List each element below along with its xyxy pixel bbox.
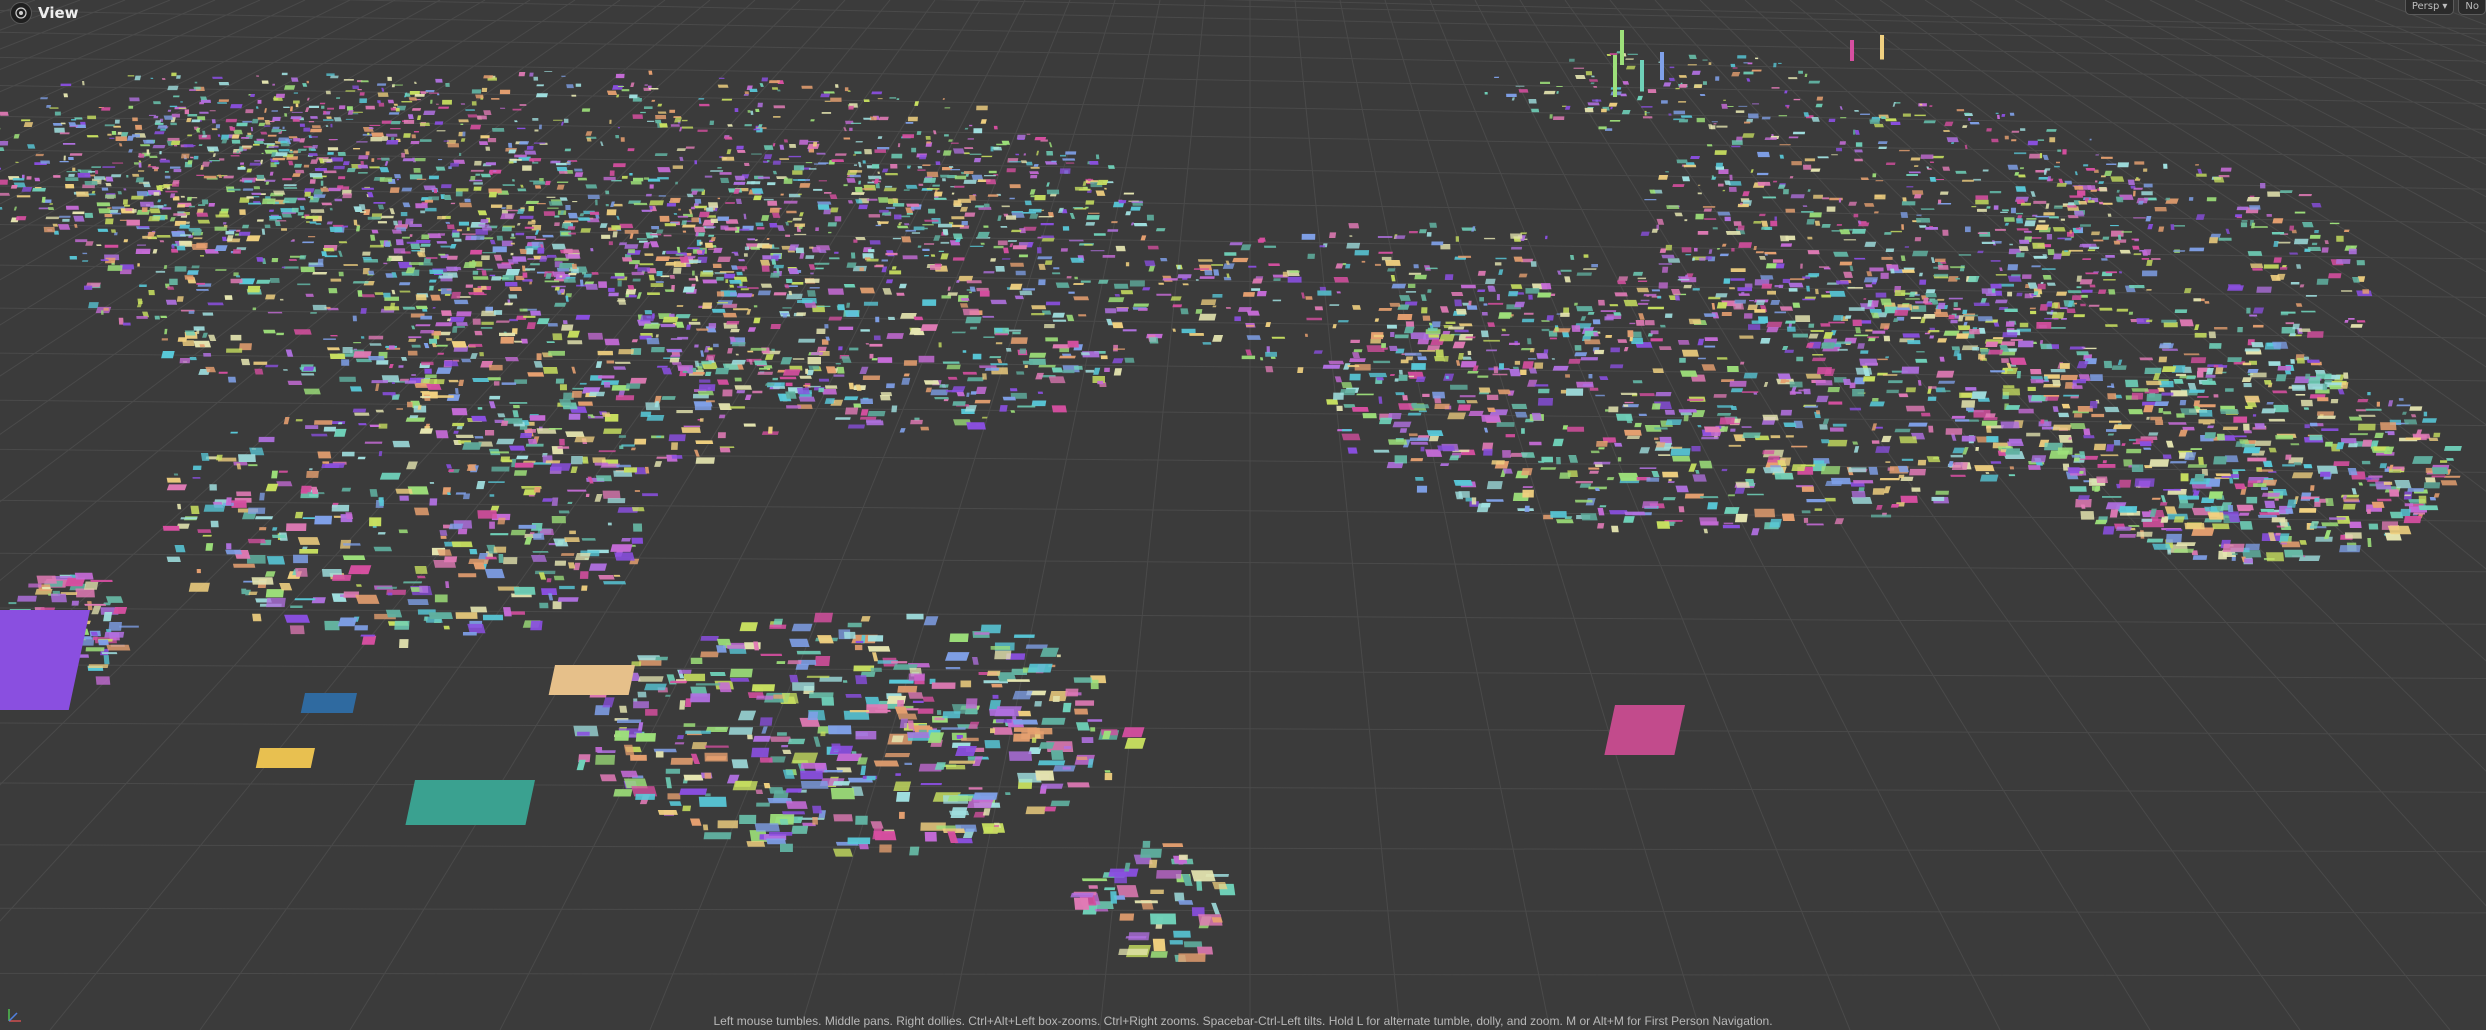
houdini-view-icon[interactable] xyxy=(10,2,32,24)
3d-viewport[interactable]: View Persp ▾ No Left mouse tumbles. Midd… xyxy=(0,0,2486,1030)
viewport-header: View xyxy=(10,2,79,24)
status-hint: Left mouse tumbles. Middle pans. Right d… xyxy=(713,1014,1773,1028)
axis-gizmo-icon xyxy=(6,1006,24,1024)
chevron-down-icon: ▾ xyxy=(2442,1,2448,12)
viewport-title: View xyxy=(38,4,79,22)
scene-canvas[interactable] xyxy=(0,0,2486,1030)
display-options-button[interactable]: No xyxy=(2458,0,2486,15)
camera-menu-label: Persp xyxy=(2411,1,2440,12)
viewport-menus: Persp ▾ No xyxy=(2404,0,2486,15)
camera-menu-button[interactable]: Persp ▾ xyxy=(2404,0,2455,15)
display-options-label: No xyxy=(2465,1,2479,12)
